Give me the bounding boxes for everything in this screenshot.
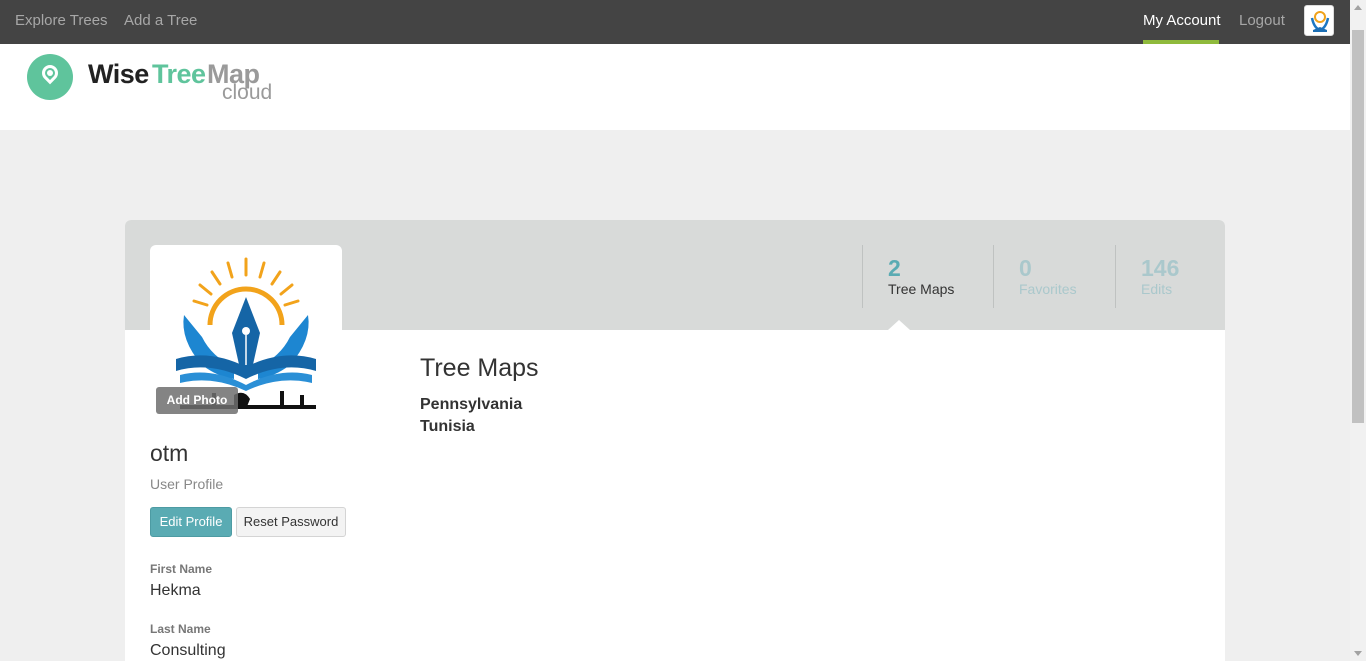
stat-value: 146 <box>1141 255 1180 281</box>
nav-add-tree[interactable]: Add a Tree <box>124 12 197 30</box>
scroll-up-arrow-icon[interactable] <box>1354 5 1362 10</box>
top-navbar: Explore Trees Add a Tree My Account Logo… <box>0 0 1350 44</box>
logo-text-wise[interactable]: Wise <box>88 59 149 90</box>
profile-subtitle: User Profile <box>150 476 224 492</box>
last-name-value: Consulting <box>150 642 226 659</box>
stat-value: 0 <box>1019 255 1032 281</box>
stat-label: Edits <box>1141 281 1173 297</box>
profile-card: 2 Tree Maps 0 Favorites 146 Edits Add Ph… <box>125 220 1225 661</box>
nav-explore-trees[interactable]: Explore Trees <box>15 12 108 30</box>
user-avatar[interactable] <box>1304 5 1334 36</box>
profile-photo: Add Photo <box>150 245 342 420</box>
tree-map-item[interactable]: Pennsylvania <box>420 396 522 414</box>
page-scrollbar[interactable] <box>1350 0 1366 661</box>
logo-text-tree[interactable]: Tree <box>152 59 206 90</box>
nav-my-account[interactable]: My Account <box>1143 12 1221 30</box>
stat-favorites[interactable]: 0 Favorites <box>993 245 1115 308</box>
add-photo-button[interactable]: Add Photo <box>156 387 238 414</box>
stat-label: Tree Maps <box>888 281 955 297</box>
tree-maps-heading: Tree Maps <box>420 354 539 382</box>
stat-tree-maps[interactable]: 2 Tree Maps <box>862 245 993 308</box>
hekma-logo-icon <box>1310 11 1330 32</box>
stat-edits[interactable]: 146 Edits <box>1115 245 1225 308</box>
stat-label: Favorites <box>1019 281 1077 297</box>
stat-value: 2 <box>888 255 901 281</box>
nav-logout[interactable]: Logout <box>1239 12 1285 30</box>
last-name-label: Last Name <box>150 622 211 636</box>
active-stat-caret <box>888 320 910 330</box>
map-pin-icon[interactable] <box>27 54 73 100</box>
first-name-value: Hekma <box>150 582 201 599</box>
first-name-label: First Name <box>150 562 213 576</box>
tree-map-item[interactable]: Tunisia <box>420 418 475 436</box>
reset-password-button[interactable]: Reset Password <box>236 507 346 537</box>
scroll-down-arrow-icon[interactable] <box>1354 651 1362 656</box>
logo-text-cloud[interactable]: cloud <box>222 81 272 105</box>
edit-profile-button[interactable]: Edit Profile <box>150 507 232 537</box>
scrollbar-thumb[interactable] <box>1352 30 1364 423</box>
profile-username: otm <box>150 440 189 466</box>
site-header: Wise Tree Map cloud <box>0 44 1350 130</box>
